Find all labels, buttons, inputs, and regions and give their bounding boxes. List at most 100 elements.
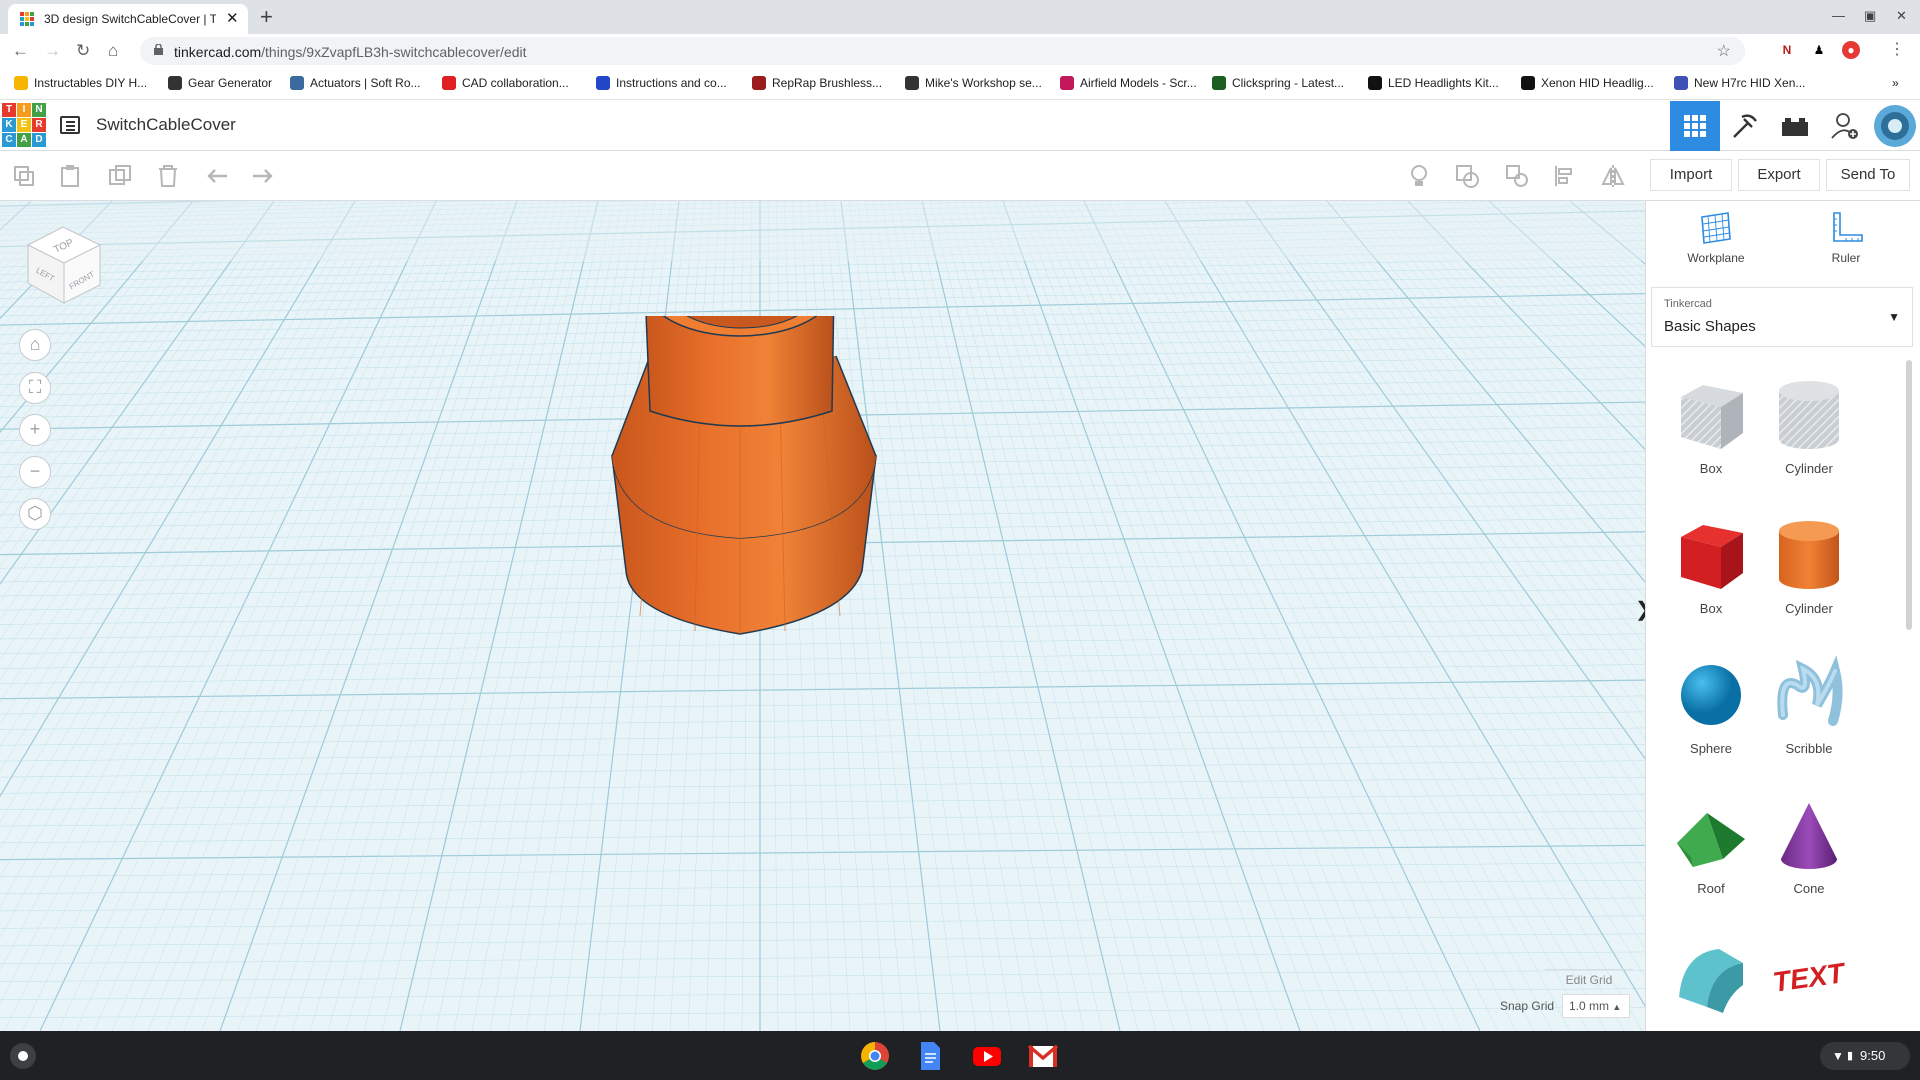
bookmark-item[interactable]: Clickspring - Latest... (1212, 76, 1344, 90)
mirror-icon[interactable] (1601, 164, 1625, 188)
text-icon: TEXT (1771, 957, 1849, 998)
group-icon[interactable] (1455, 164, 1479, 188)
shape-library-select[interactable]: Tinkercad Basic Shapes ▼ (1651, 287, 1913, 347)
bookmark-item[interactable]: RepRap Brushless... (752, 76, 882, 90)
caret-up-icon: ▲ (1612, 1002, 1622, 1012)
zoom-out-button[interactable]: − (19, 456, 51, 488)
bookmark-item[interactable]: LED Headlights Kit... (1368, 76, 1499, 90)
paste-icon[interactable] (58, 164, 82, 188)
bookmark-label: Instructions and co... (616, 76, 727, 90)
bookmark-star-icon[interactable]: ☆ (1717, 41, 1731, 61)
edit-grid-button[interactable]: Edit Grid (1545, 969, 1633, 989)
workplane-canvas[interactable]: TOP FRONT LEFT ⌂ ⛶ + − ⬡ ❯ Edit Grid Sna… (0, 201, 1645, 1031)
address-bar[interactable]: tinkercad.com/things/9xZvapfLB3h-switchc… (140, 37, 1745, 65)
bookmark-item[interactable]: Instructions and co... (596, 76, 727, 90)
design-menu-icon[interactable] (60, 116, 80, 134)
bookmark-item[interactable]: Actuators | Soft Ro... (290, 76, 421, 90)
bookmark-item[interactable]: Mike's Workshop se... (905, 76, 1042, 90)
chrome-app-icon[interactable] (860, 1041, 890, 1071)
shape-item[interactable]: Cylinder (1754, 367, 1864, 487)
snap-grid-select[interactable]: 1.0 mm ▲ (1562, 994, 1630, 1018)
view-cube[interactable]: TOP FRONT LEFT (18, 217, 108, 309)
extension-shield-icon[interactable]: ● (1842, 41, 1860, 59)
reload-icon[interactable]: ↻ (76, 41, 90, 61)
delete-icon[interactable] (156, 164, 180, 188)
gmail-app-icon[interactable] (1028, 1041, 1058, 1071)
design-name[interactable]: SwitchCableCover (96, 115, 236, 135)
fit-view-button[interactable]: ⛶ (19, 372, 51, 404)
launcher-button[interactable] (10, 1043, 36, 1069)
close-tab-icon[interactable]: ✕ (226, 9, 239, 27)
bricks-view-button[interactable] (1770, 101, 1820, 151)
import-button[interactable]: Import (1650, 159, 1732, 191)
duplicate-icon[interactable] (108, 164, 132, 188)
codeblocks-view-button[interactable] (1720, 101, 1770, 151)
shape-label: Box (1699, 601, 1723, 616)
user-avatar[interactable] (1870, 101, 1920, 151)
bookmark-label: LED Headlights Kit... (1388, 76, 1499, 90)
shape-item[interactable]: TEXT (1754, 927, 1864, 1031)
bookmark-favicon-icon (442, 76, 456, 90)
invite-user-button[interactable] (1820, 101, 1870, 151)
send-to-button[interactable]: Send To (1826, 159, 1910, 191)
shape-item[interactable] (1656, 927, 1766, 1031)
workplane-tool[interactable]: Workplane (1666, 211, 1766, 265)
perspective-button[interactable]: ⬡ (19, 498, 51, 530)
bookmark-item[interactable]: CAD collaboration... (442, 76, 569, 90)
redo-icon[interactable] (250, 164, 274, 188)
back-icon[interactable]: ← (12, 41, 29, 61)
extension-person-icon[interactable]: ♟ (1810, 41, 1828, 59)
shape-item[interactable]: Sphere (1656, 647, 1766, 767)
align-icon[interactable] (1553, 164, 1577, 188)
tinkercad-favicon-icon (20, 12, 34, 26)
bookmark-label: Clickspring - Latest... (1232, 76, 1345, 90)
shape-item[interactable]: Box (1656, 507, 1766, 627)
bookmark-favicon-icon (905, 76, 919, 90)
home-icon[interactable]: ⌂ (108, 41, 118, 61)
3d-design-view-button[interactable] (1670, 101, 1720, 151)
copy-icon[interactable] (12, 164, 36, 188)
forward-icon[interactable]: → (44, 41, 61, 61)
shape-item[interactable]: Cylinder (1754, 507, 1864, 627)
docs-app-icon[interactable] (915, 1041, 945, 1071)
tinkercad-logo[interactable]: TIN KER CAD (2, 103, 46, 147)
shape-item[interactable]: Scribble (1754, 647, 1864, 767)
export-button[interactable]: Export (1738, 159, 1820, 191)
shape-item[interactable]: Cone (1754, 787, 1864, 907)
shape-item[interactable]: Roof (1656, 787, 1766, 907)
switch-cable-cover-object[interactable] (600, 316, 900, 736)
bookmark-item[interactable]: Xenon HID Headlig... (1521, 76, 1654, 90)
maximize-icon[interactable]: ▣ (1864, 8, 1876, 24)
more-bookmarks-icon[interactable]: » (1892, 76, 1899, 90)
box-hole-icon (1681, 385, 1743, 449)
library-source: Tinkercad (1664, 298, 1712, 310)
browser-tab[interactable]: 3D design SwitchCableCover | Ti ✕ (8, 4, 248, 34)
shapes-scrollbar[interactable] (1906, 360, 1912, 630)
logo-letter: N (32, 103, 46, 117)
extension-n-icon[interactable]: N (1778, 41, 1796, 59)
workplane-icon (1701, 212, 1731, 244)
youtube-app-icon[interactable] (972, 1041, 1002, 1071)
home-view-button[interactable]: ⌂ (19, 329, 51, 361)
collapse-panel-icon[interactable]: ❯ (1635, 597, 1645, 622)
browser-menu-icon[interactable]: ⋮ (1888, 41, 1906, 59)
shape-label: Cylinder (1785, 601, 1833, 616)
close-window-icon[interactable]: ✕ (1896, 8, 1907, 24)
tab-strip: 3D design SwitchCableCover | Ti ✕ + — ▣ … (0, 0, 1920, 34)
status-tray[interactable]: ▼ ▮ 9:50 (1820, 1042, 1910, 1070)
cylinder-orange-icon (1779, 521, 1839, 589)
logo-letter: E (17, 118, 31, 132)
bookmark-item[interactable]: Airfield Models - Scr... (1060, 76, 1197, 90)
undo-icon[interactable] (206, 164, 230, 188)
new-tab-icon[interactable]: + (260, 4, 273, 30)
tinkercad-header: TIN KER CAD SwitchCableCover (0, 101, 1920, 151)
bookmark-item[interactable]: Gear Generator (168, 76, 272, 90)
zoom-in-button[interactable]: + (19, 414, 51, 446)
shape-item[interactable]: Box (1656, 367, 1766, 487)
minimize-icon[interactable]: — (1832, 8, 1845, 23)
light-bulb-icon[interactable] (1407, 164, 1431, 188)
bookmark-item[interactable]: Instructables DIY H... (14, 76, 147, 90)
ruler-tool[interactable]: Ruler (1796, 211, 1896, 265)
ungroup-icon[interactable] (1505, 164, 1529, 188)
bookmark-item[interactable]: New H7rc HID Xen... (1674, 76, 1805, 90)
